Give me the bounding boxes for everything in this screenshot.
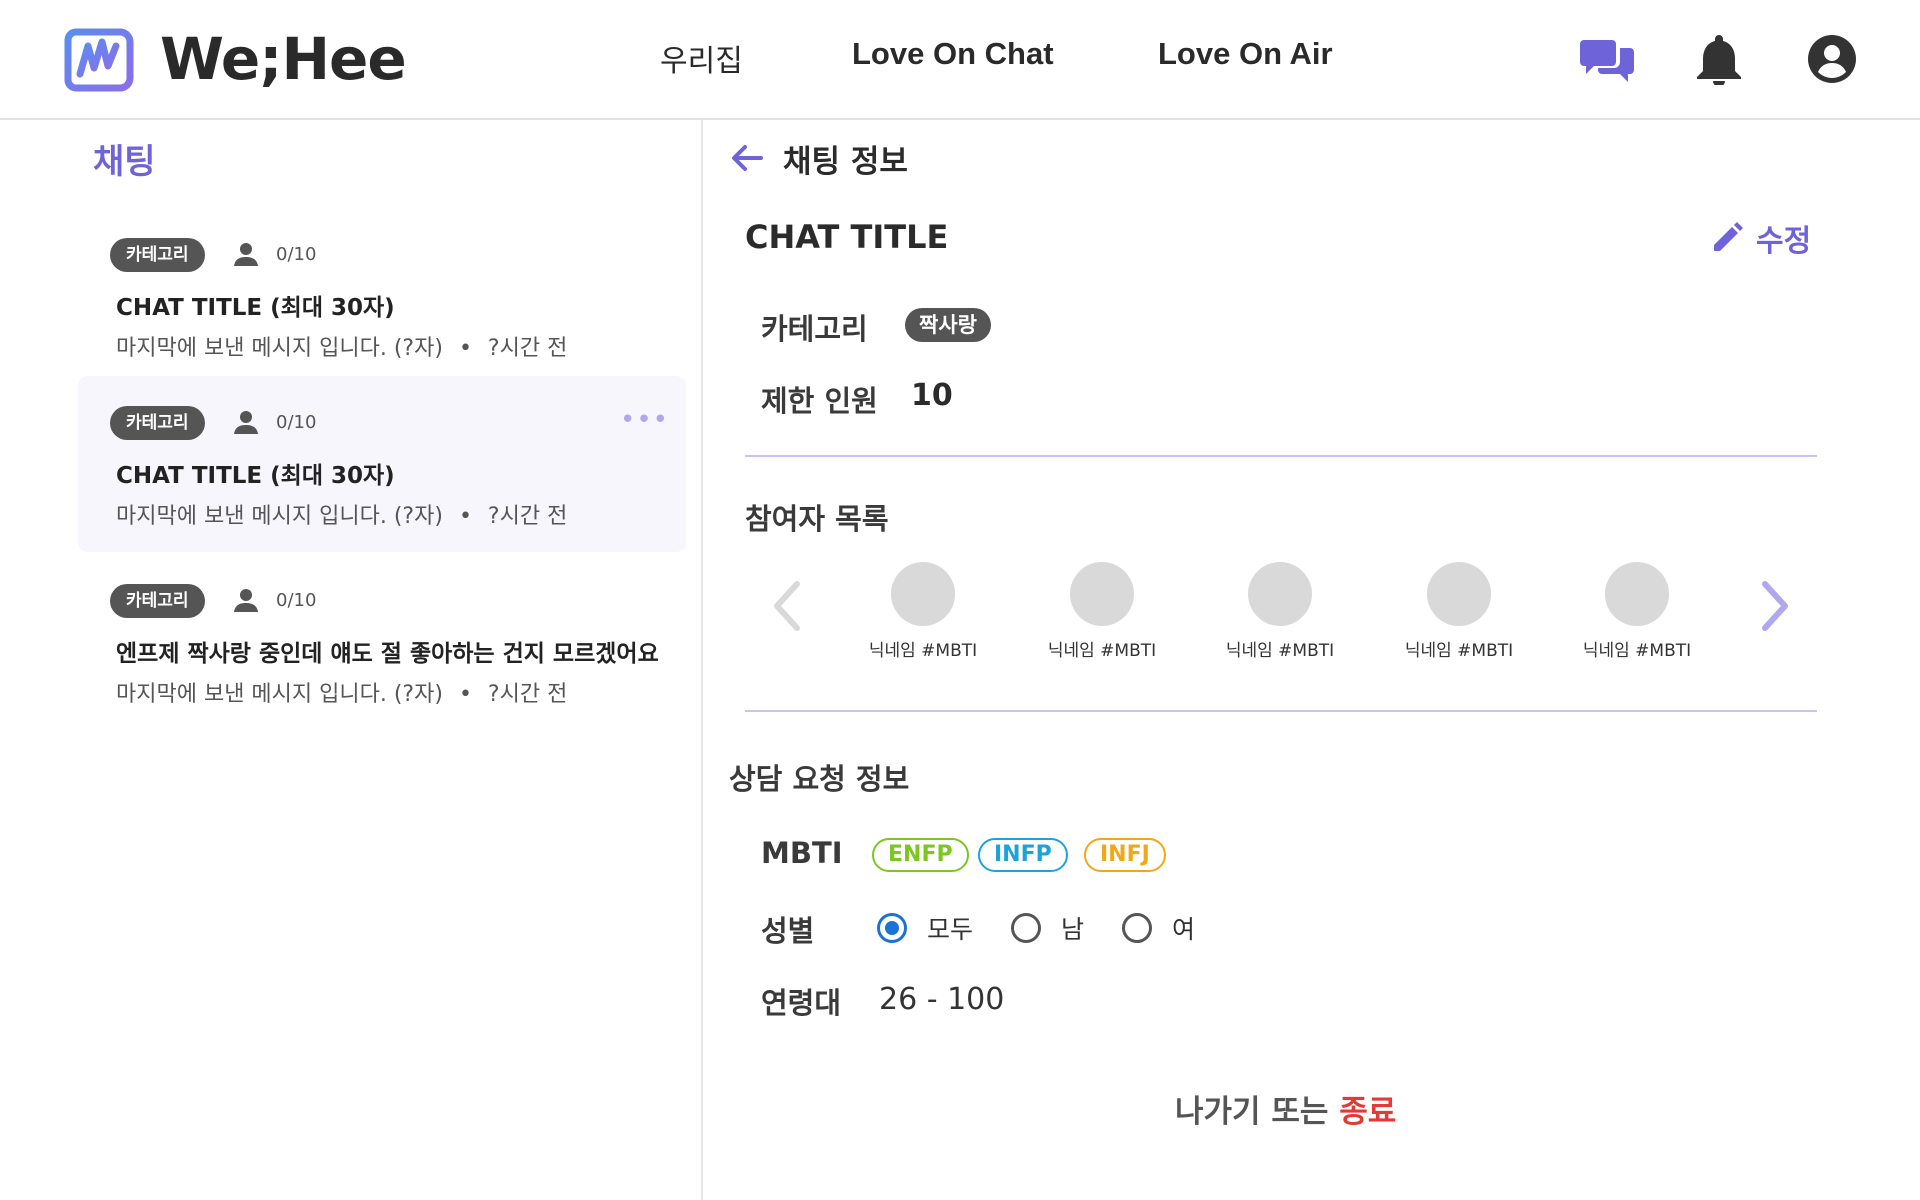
chevron-right-icon[interactable] [1755,578,1795,634]
divider [745,710,1817,712]
last-message: 마지막에 보낸 메시지 입니다. (?자) [116,682,443,707]
chat-title: 엔프제 짝사랑 중인데 얘도 절 좋아하는 건지 모르겠어요 [116,641,659,667]
wehee-logo-icon [64,28,134,92]
participant-nickname: 닉네임 #MBTI [1047,641,1157,661]
avatar [891,562,955,626]
age-range-value: 26 - 100 [879,982,1005,1017]
gender-label: 성별 [761,914,815,948]
edit-label: 수정 [1756,224,1812,259]
chat-list-panel: 채팅 카테고리 0/10 CHAT TITLE (최대 30자) 마지막에 보낸… [0,120,703,1200]
bell-icon[interactable] [1690,30,1748,88]
chat-list-item-selected[interactable]: 카테고리 0/10 ••• CHAT TITLE (최대 30자) 마지막에 보… [78,376,686,552]
radio-label: 모두 [927,915,974,944]
radio-gender-all[interactable] [877,913,907,943]
radio-gender-female[interactable] [1122,913,1153,943]
chat-list-item[interactable]: 카테고리 0/10 엔프제 짝사랑 중인데 얘도 절 좋아하는 건지 모르겠어요… [78,554,686,730]
divider [745,455,1817,457]
member-count: 0/10 [276,412,317,433]
chat-title: CHAT TITLE (최대 30자) [116,463,395,489]
chat-info-title: 채팅 정보 [783,144,908,180]
participant-item[interactable]: 닉네임 #MBTI [1384,562,1534,661]
participant-item[interactable]: 닉네임 #MBTI [848,562,998,661]
avatar [1427,562,1491,626]
chat-title-display: CHAT TITLE [745,218,949,256]
limit-label: 제한 인원 [761,384,878,418]
category-badge: 카테고리 [110,238,205,272]
account-icon[interactable] [1803,30,1861,88]
nav-love-on-air[interactable]: Love On Air [1158,36,1333,72]
member-count: 0/10 [276,590,317,611]
pencil-icon [1714,222,1743,251]
mbti-label: MBTI [761,836,843,870]
end-chat-link[interactable]: 종료 [1339,1094,1396,1130]
participant-item[interactable]: 닉네임 #MBTI [1027,562,1177,661]
mbti-tag-enfp: ENFP [872,838,969,872]
participants-title: 참여자 목록 [745,502,889,536]
avatar [1605,562,1669,626]
radio-label: 여 [1172,915,1196,944]
chat-list-title: 채팅 [93,142,156,182]
chat-bubbles-icon[interactable] [1578,30,1636,88]
radio-label: 남 [1061,915,1085,944]
age-label: 연령대 [761,986,842,1020]
message-time: ?시간 전 [487,336,568,361]
category-badge: 카테고리 [110,584,205,618]
back-arrow-icon[interactable] [727,138,767,178]
mbti-tag-infp: INFP [978,838,1068,872]
more-options-icon[interactable]: ••• [620,407,669,433]
limit-value: 10 [911,378,953,413]
gender-radio-group: 모두 남 여 [877,910,1233,946]
chevron-left-icon[interactable] [767,578,807,634]
chat-info-panel: 채팅 정보 CHAT TITLE 수정 카테고리 짝사랑 제한 인원 10 참여… [705,120,1920,1200]
leave-end-actions: 나가기 또는 종료 [1175,1086,1396,1131]
leave-link[interactable]: 나가기 또는 [1175,1094,1339,1130]
participant-nickname: 닉네임 #MBTI [1582,641,1692,661]
last-message-row: 마지막에 보낸 메시지 입니다. (?자) • ?시간 전 [116,676,567,708]
nav-home[interactable]: 우리집 [660,36,743,80]
last-message: 마지막에 보낸 메시지 입니다. (?자) [116,336,443,361]
last-message: 마지막에 보낸 메시지 입니다. (?자) [116,504,443,529]
nav-love-on-chat[interactable]: Love On Chat [852,36,1054,72]
separator-dot: • [458,336,472,361]
separator-dot: • [458,682,472,707]
brand-name: We;Hee [160,25,407,93]
category-badge: 카테고리 [110,406,205,440]
last-message-row: 마지막에 보낸 메시지 입니다. (?자) • ?시간 전 [116,330,567,362]
edit-button[interactable]: 수정 [1710,216,1811,260]
request-info-title: 상담 요청 정보 [729,762,910,796]
participant-nickname: 닉네임 #MBTI [1225,641,1335,661]
last-message-row: 마지막에 보낸 메시지 입니다. (?자) • ?시간 전 [116,498,567,530]
message-time: ?시간 전 [487,504,568,529]
chat-list-item[interactable]: 카테고리 0/10 CHAT TITLE (최대 30자) 마지막에 보낸 메시… [78,208,686,384]
radio-gender-male[interactable] [1011,913,1042,943]
participant-item[interactable]: 닉네임 #MBTI [1205,562,1355,661]
person-icon [234,589,258,612]
avatar [1070,562,1134,626]
participant-nickname: 닉네임 #MBTI [1404,641,1514,661]
avatar [1248,562,1312,626]
separator-dot: • [458,504,472,529]
category-value-badge: 짝사랑 [905,308,991,342]
mbti-tag-infj: INFJ [1084,838,1166,872]
category-label: 카테고리 [761,312,868,346]
participant-item[interactable]: 닉네임 #MBTI [1562,562,1712,661]
message-time: ?시간 전 [487,682,568,707]
member-count: 0/10 [276,244,317,265]
person-icon [234,411,258,434]
app-header: We;Hee 우리집 Love On Chat Love On Air [0,0,1920,120]
chat-title: CHAT TITLE (최대 30자) [116,295,395,321]
participant-nickname: 닉네임 #MBTI [868,641,978,661]
person-icon [234,243,258,266]
brand-logo[interactable]: We;Hee [62,22,407,96]
